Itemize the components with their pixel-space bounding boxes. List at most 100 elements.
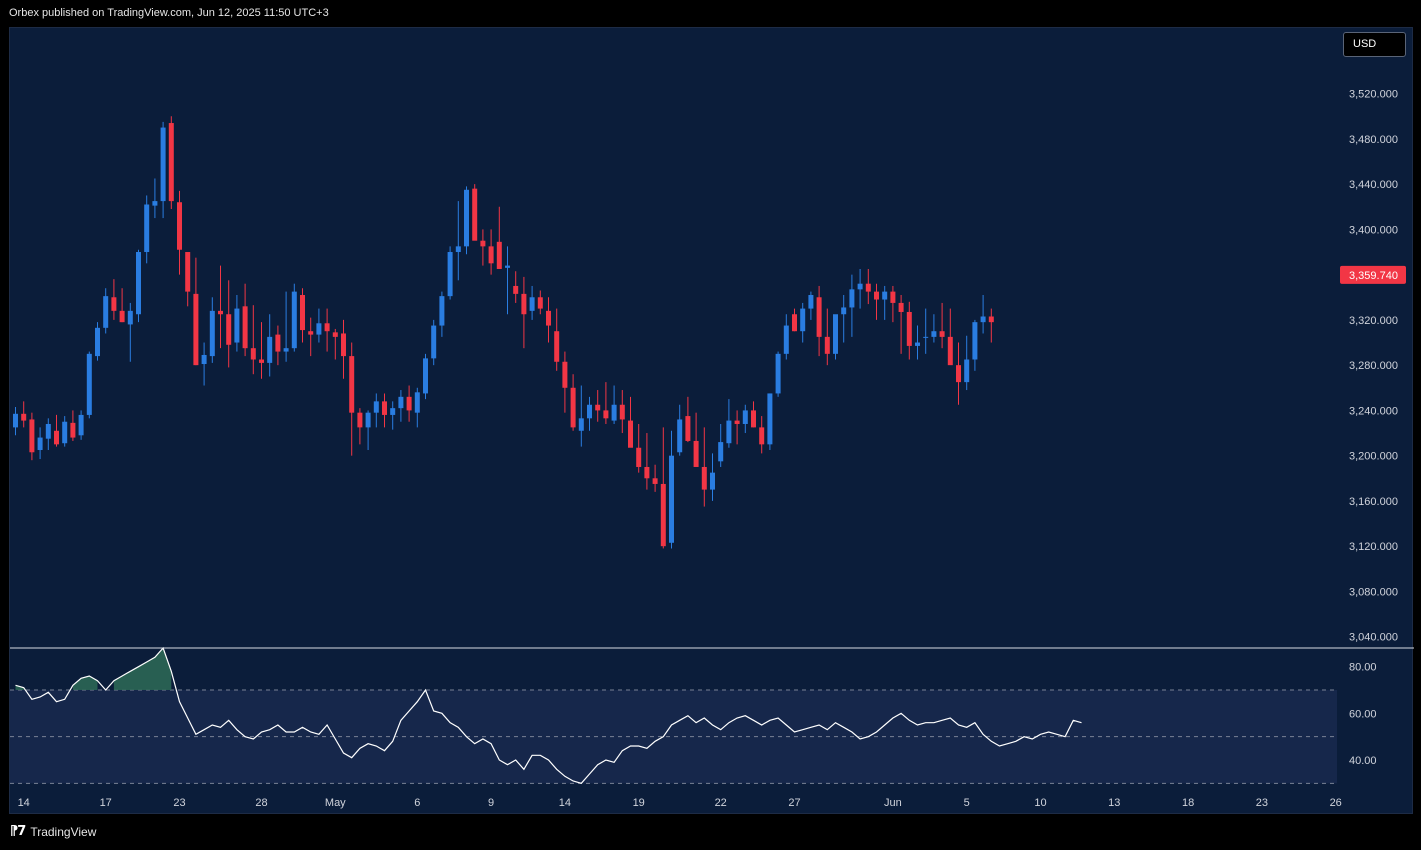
price-axis-tick-label: 3,400.000 [1349,224,1398,236]
candle-body [562,361,568,388]
currency-selector-button[interactable]: USD [1343,32,1406,57]
time-axis-tick-label: Jun [884,797,902,809]
candle-body [964,359,970,383]
candle-body [21,413,27,421]
candle-body [119,310,125,323]
candle-body [144,204,150,253]
time-axis-tick-label: 23 [173,797,185,809]
candle-body [865,283,871,292]
candle-body [177,202,182,250]
candle-body [742,410,748,424]
candle-body [701,466,707,490]
chart-canvas[interactable]: 3,040.000 3,080.000 3,120.000 3,160.000 3,20… [10,28,1414,815]
candle-body [849,289,855,308]
rsi-band-fill [10,690,1337,784]
candle-body [398,396,404,409]
candle-body [915,342,920,346]
candle-body [718,442,724,462]
candle-body [972,322,978,360]
candle-body [218,310,223,315]
candle-body [546,310,551,326]
candle-body [259,359,264,363]
price-axis-tick-label: 3,240.000 [1349,405,1398,417]
time-axis-tick-label: 23 [1256,797,1268,809]
last-price-label: 3,359.740 [1349,270,1398,282]
chart-area[interactable]: 3,040.000 3,080.000 3,120.000 3,160.000 3,20… [9,27,1414,815]
candle-body [300,295,305,331]
candle-body [431,325,437,359]
candle-body [349,356,355,413]
candle-body [472,188,478,241]
candle-body [275,334,281,352]
time-axis-tick-label: May [325,797,346,809]
candle-body [341,333,346,357]
candle-body [267,336,273,363]
candle-body [193,293,199,366]
candle-body [595,404,601,411]
candle-body [857,283,863,290]
candle-body [373,401,379,413]
price-axis-tick-label: 3,160.000 [1349,496,1398,508]
candle-body [439,296,445,326]
rsi-axis-tick-label: 60.00 [1349,708,1377,720]
candle-body [808,295,814,309]
candle-body [947,336,953,366]
candle-body [160,127,166,202]
time-axis-tick-label: 13 [1108,797,1120,809]
candle-body [250,348,256,360]
rsi-band-layer [10,648,1337,784]
tradingview-brand-text: TradingView [30,824,97,839]
candle-body [423,358,428,394]
time-axis-tick-label: 17 [100,797,112,809]
time-axis-tick-label: 26 [1330,797,1342,809]
candle-body [127,310,133,325]
candle-body [414,392,420,413]
candle-body [103,296,109,328]
candle-body [537,297,543,309]
candle-body [783,325,789,354]
candle-body [505,265,510,268]
candle-body [775,353,781,394]
candle-body [513,285,519,294]
time-axis-tick-label: 14 [18,797,30,809]
rsi-axis-tick-label: 80.00 [1349,662,1377,674]
candle-body [111,297,117,311]
candle-body [767,393,773,445]
candle-body [693,440,699,467]
candle-body [833,314,838,354]
tradingview-logo-icon: ⁋7 [10,824,26,839]
candle-body [841,307,847,315]
candle-body [45,423,51,439]
candle-body [906,311,912,346]
price-axis-tick-label: 3,440.000 [1349,179,1398,191]
candle-body [677,419,683,453]
candle-body [496,241,502,269]
candle-body [554,331,560,362]
candle-body [488,246,494,264]
candle-body [136,252,141,315]
candle-body [37,437,43,451]
candle-body [636,447,642,467]
candle-body [447,252,453,297]
candle-body [308,331,314,335]
rsi-overbought-fill [113,648,172,690]
candle-body [390,408,396,415]
price-axis-tick-label: 3,320.000 [1349,315,1398,327]
candle-body [70,422,76,438]
candle-body [521,293,527,315]
candle-body [956,365,961,383]
candle-body [242,306,248,349]
candle-body [529,297,535,311]
candle-body [316,323,322,335]
candle-body [628,420,633,448]
time-axis-tick-label: 9 [488,797,494,809]
candle-body [480,240,486,247]
candle-body [29,419,35,453]
candles-layer [13,116,994,549]
tradingview-logo[interactable]: ⁋7 TradingView [10,824,96,839]
candle-body [660,483,666,547]
candle-body [234,308,240,343]
candle-body [980,316,986,323]
candle-body [168,123,174,202]
candle-body [726,420,732,444]
